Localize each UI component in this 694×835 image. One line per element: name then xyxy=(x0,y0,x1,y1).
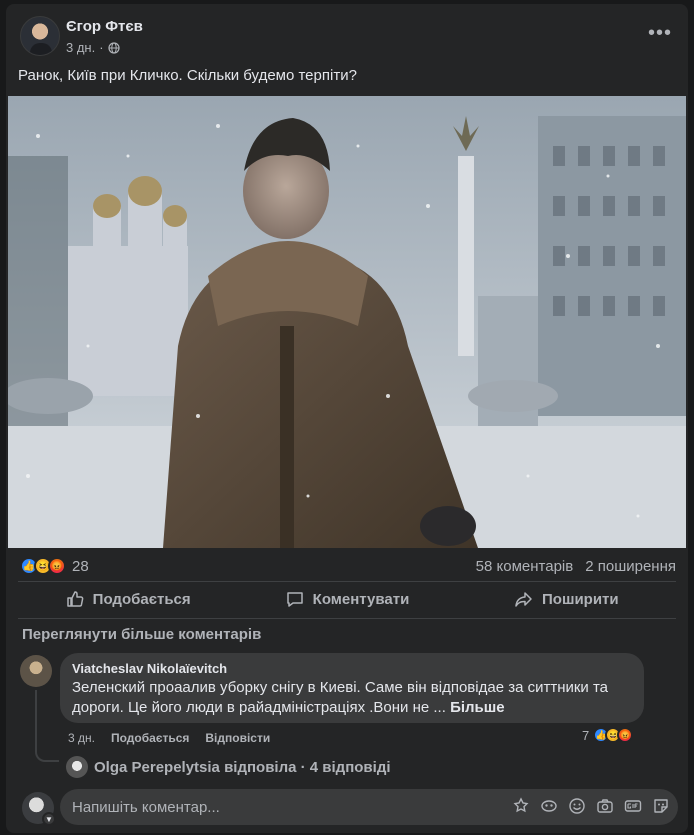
action-bar: Подобається Коментувати Поширити xyxy=(18,583,676,615)
comment-like-button[interactable]: Подобається xyxy=(111,731,189,745)
more-options-icon[interactable]: ••• xyxy=(648,23,672,43)
divider xyxy=(18,581,676,582)
reaction-summary[interactable]: 👍 😆 😡 28 xyxy=(20,557,89,575)
post-time[interactable]: 3 дн. xyxy=(66,40,95,55)
commenter-name[interactable]: Viatcheslav Nikolaïevitch xyxy=(72,661,632,676)
post-image[interactable] xyxy=(8,96,686,548)
comment-body: Зеленский проаалив уборку снігу в Киеві.… xyxy=(72,679,609,716)
see-more-link[interactable]: Більше xyxy=(450,699,505,716)
comment-button[interactable]: Коментувати xyxy=(237,583,456,615)
comment-text: Зеленский проаалив уборку снігу в Киеві.… xyxy=(72,678,632,718)
comment-label: Коментувати xyxy=(312,590,410,608)
emoji-mask-icon[interactable] xyxy=(540,797,558,815)
thumbs-up-icon xyxy=(66,591,84,607)
angry-reaction-icon: 😡 xyxy=(617,727,634,743)
comment-actions: 3 дн. Подобається Відповісти xyxy=(68,731,270,745)
comment-composer xyxy=(60,789,678,825)
comment-reaction-count: 7 xyxy=(582,727,590,743)
gif-icon[interactable] xyxy=(624,797,642,815)
share-icon xyxy=(515,592,532,607)
post-card: Єгор Фтєв 3 дн. · ••• Ранок, Київ при Кл… xyxy=(6,4,688,833)
reply-thread-line xyxy=(35,690,59,762)
engagement-counts: 58 коментарів 2 поширення xyxy=(476,558,676,575)
divider xyxy=(18,618,676,619)
share-label: Поширити xyxy=(542,590,619,608)
comment-reactions[interactable]: 7 👍 😆 😡 xyxy=(582,727,634,743)
commenter-avatar[interactable] xyxy=(20,655,52,687)
like-button[interactable]: Подобається xyxy=(18,583,237,615)
share-button[interactable]: Поширити xyxy=(457,583,676,615)
sticker-icon[interactable] xyxy=(652,797,670,815)
emoji-icon[interactable] xyxy=(568,797,586,815)
like-label: Подобається xyxy=(92,590,191,608)
view-replies-link[interactable]: Olga Perepelytsia відповіла · 4 відповід… xyxy=(66,756,391,778)
comment-time[interactable]: 3 дн. xyxy=(68,731,95,745)
camera-icon[interactable] xyxy=(596,797,614,815)
post-meta: 3 дн. · xyxy=(66,40,120,55)
globe-icon xyxy=(107,41,120,54)
author-name[interactable]: Єгор Фтєв xyxy=(66,18,143,35)
comment-bubble: Viatcheslav Nikolaïevitch Зеленский проа… xyxy=(60,653,644,723)
post-header: Єгор Фтєв 3 дн. · ••• xyxy=(18,16,678,60)
comment-icon xyxy=(286,592,303,607)
comment-reply-button[interactable]: Відповісти xyxy=(205,731,270,745)
comment-input[interactable] xyxy=(72,789,502,825)
reply-summary: Olga Perepelytsia відповіла · 4 відповід… xyxy=(94,758,391,776)
view-more-comments-link[interactable]: Переглянути більше коментарів xyxy=(22,626,261,643)
post-text: Ранок, Київ при Кличко. Скільки будемо т… xyxy=(18,67,357,84)
author-avatar[interactable] xyxy=(20,16,60,56)
angry-reaction-icon: 😡 xyxy=(48,557,66,575)
shares-count[interactable]: 2 поширення xyxy=(585,558,676,575)
composer-tools xyxy=(512,797,670,815)
replier-avatar xyxy=(66,756,88,778)
avatar-sticker-icon[interactable] xyxy=(512,797,530,815)
reaction-count: 28 xyxy=(72,557,89,575)
comments-count[interactable]: 58 коментарів xyxy=(476,558,574,575)
chevron-down-icon[interactable]: ▼ xyxy=(42,812,56,826)
